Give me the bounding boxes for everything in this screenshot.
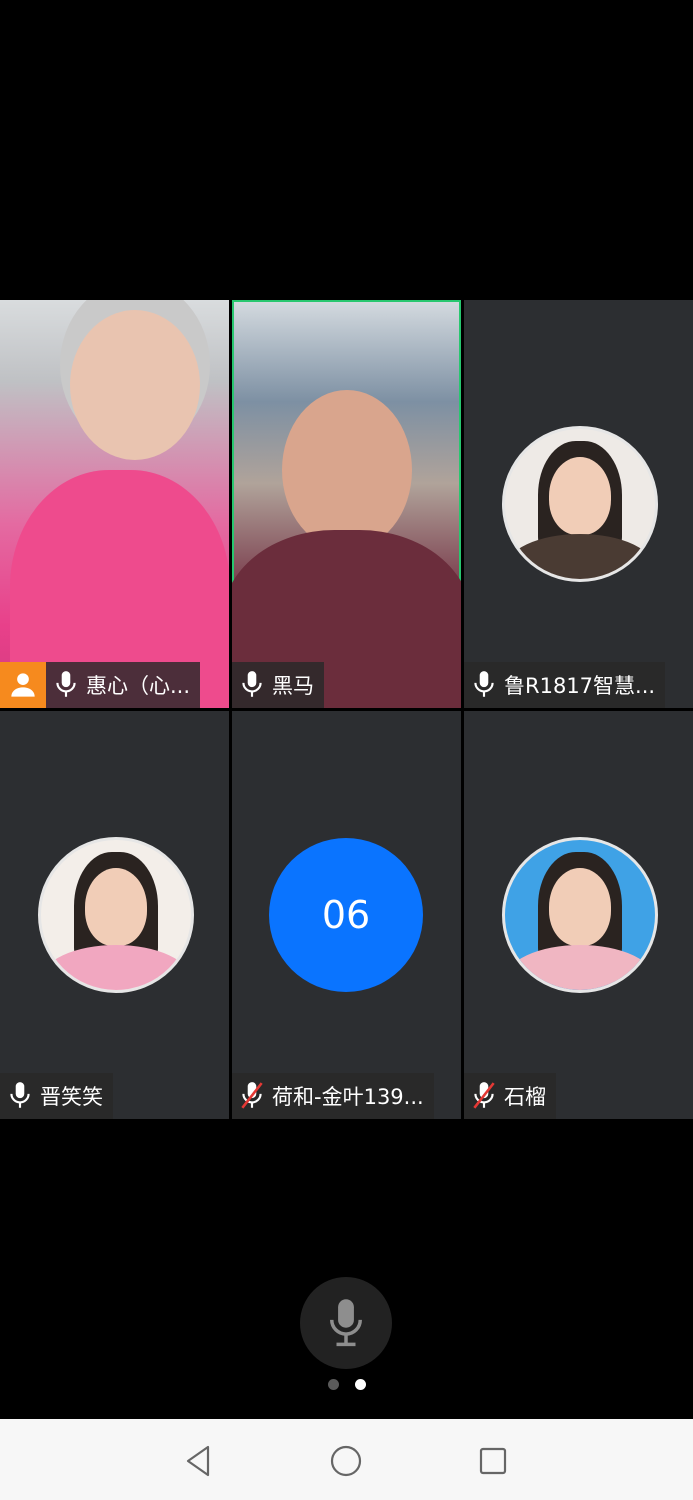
- participant-avatar: [502, 426, 658, 582]
- home-button[interactable]: [326, 1441, 366, 1481]
- participant-name-bar: 石榴: [464, 1073, 556, 1119]
- participant-name: 荷和-金叶139...: [272, 1085, 424, 1109]
- microphone-icon: [464, 662, 504, 708]
- microphone-off-icon: [232, 1073, 272, 1119]
- microphone-icon: [232, 662, 272, 708]
- page-dot-2[interactable]: [354, 1379, 366, 1390]
- system-navigation-bar: [0, 1419, 693, 1500]
- participant-tile-3[interactable]: 鲁R1817智慧...: [464, 300, 693, 708]
- participant-name-bar: 惠心（心...: [0, 662, 201, 708]
- participant-tile-2[interactable]: 黑马: [232, 300, 461, 708]
- participant-name-bar: 黑马: [232, 662, 324, 708]
- square-recents-icon: [479, 1447, 507, 1475]
- participant-name: 黑马: [272, 674, 314, 698]
- participant-video-2: [282, 390, 412, 550]
- page-dot-1[interactable]: [327, 1379, 339, 1390]
- participant-grid: 惠心（心... 黑马 鲁R1817智慧... 晋笑笑 06 荷和-金叶139..…: [0, 300, 693, 1119]
- host-badge: [0, 662, 46, 708]
- page-indicator: [0, 1379, 693, 1390]
- microphone-icon: [0, 1073, 40, 1119]
- participant-tile-4[interactable]: 晋笑笑: [0, 711, 229, 1119]
- microphone-icon: [46, 662, 86, 708]
- back-button[interactable]: [178, 1441, 218, 1481]
- participant-tile-5[interactable]: 06 荷和-金叶139...: [232, 711, 461, 1119]
- participant-video-1: [70, 310, 200, 460]
- participant-name: 石榴: [504, 1085, 546, 1109]
- triangle-back-icon: [186, 1445, 210, 1477]
- participant-tile-6[interactable]: 石榴: [464, 711, 693, 1119]
- person-icon: [11, 673, 35, 697]
- participant-avatar: [502, 837, 658, 993]
- participant-avatar: [38, 837, 194, 993]
- circle-home-icon: [330, 1445, 362, 1477]
- microphone-off-icon: [464, 1073, 504, 1119]
- participant-name-bar: 鲁R1817智慧...: [464, 662, 666, 708]
- participant-number-avatar: 06: [269, 838, 423, 992]
- participant-name-bar: 晋笑笑: [0, 1073, 113, 1119]
- participant-name-bar: 荷和-金叶139...: [232, 1073, 434, 1119]
- microphone-icon: [330, 1299, 362, 1347]
- recents-button[interactable]: [473, 1441, 513, 1481]
- participant-name: 鲁R1817智慧...: [504, 674, 656, 698]
- mute-toggle-button[interactable]: [300, 1277, 392, 1369]
- meeting-screen: 惠心（心... 黑马 鲁R1817智慧... 晋笑笑 06 荷和-金叶139..…: [0, 0, 693, 1500]
- participant-tile-1[interactable]: 惠心（心...: [0, 300, 229, 708]
- participant-name: 惠心（心...: [86, 674, 191, 698]
- participant-name: 晋笑笑: [40, 1085, 103, 1109]
